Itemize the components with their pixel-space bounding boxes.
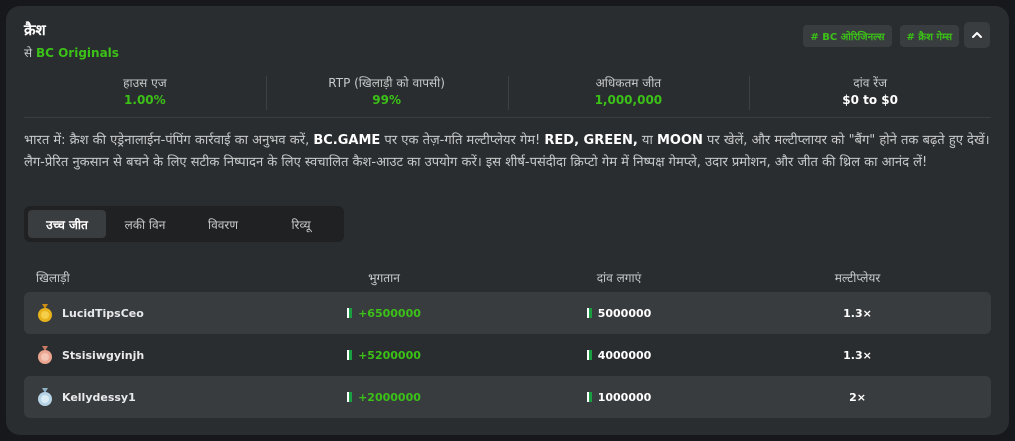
bet-value: 4000000 — [597, 348, 652, 362]
stat-house-edge: हाउस एज 1.00% — [24, 70, 266, 117]
chevron-up-icon — [972, 32, 982, 38]
payout-cell: +5200000 — [254, 349, 514, 362]
tab-high-wins[interactable]: उच्च जीत — [28, 210, 106, 238]
page-title: क्रैश — [24, 21, 46, 39]
multiplier-value: 2× — [849, 390, 866, 404]
tag-bc-originals[interactable]: # BC ओरिजिनल्स — [803, 25, 892, 47]
tag-crash-games[interactable]: # क्रैश गेम्स — [899, 25, 959, 47]
gold-medal-icon — [38, 304, 52, 322]
stat-rtp: RTP (खिलाड़ी को वापसी) 99% — [265, 70, 508, 117]
silver-medal-icon — [38, 388, 52, 406]
payout-cell: +6500000 — [254, 307, 514, 320]
description-bold: RED, GREEN, — [544, 133, 638, 148]
player-name[interactable]: Kellydessy1 — [62, 391, 136, 404]
player-name[interactable]: Stsisiwgyinjh — [62, 349, 144, 362]
description-bold: BC.GAME — [313, 133, 381, 148]
player-cell: LucidTipsCeo — [24, 303, 254, 323]
bet-cell: 5000000 — [514, 307, 724, 320]
payout-cell: +2000000 — [254, 391, 514, 404]
bet-cell: 4000000 — [514, 349, 724, 362]
currency-flag-icon — [347, 350, 353, 360]
table-row[interactable]: Kellydessy1 +2000000 1000000 2× — [24, 376, 991, 418]
currency-flag-icon — [586, 308, 592, 318]
game-description: भारत में: क्रैश की एड्रेनालाईन-पंपिंग का… — [24, 130, 994, 174]
player-cell: Stsisiwgyinjh — [24, 345, 254, 365]
stat-value: 99% — [372, 93, 401, 107]
collapse-button[interactable] — [964, 22, 990, 48]
header-multiplier: मल्टीप्लेयर — [834, 270, 881, 285]
player-name[interactable]: LucidTipsCeo — [62, 307, 144, 320]
bronze-medal-icon — [38, 346, 52, 364]
stat-label: अधिकतम जीत — [595, 76, 662, 90]
provider-line: से BC Originals — [24, 44, 119, 61]
payout-value: +2000000 — [358, 390, 421, 404]
description-text: पर एक तेज़-गति मल्टीप्लेयर गेम! — [380, 133, 545, 148]
description-text: भारत में: क्रैश की एड्रेनालाईन-पंपिंग का… — [24, 133, 314, 148]
currency-flag-icon — [586, 350, 592, 360]
stat-value: 1.00% — [124, 93, 166, 107]
stat-label: हाउस एज — [123, 76, 167, 90]
currency-flag-icon — [347, 308, 353, 318]
currency-flag-icon — [586, 392, 592, 402]
bet-cell: 1000000 — [514, 391, 724, 404]
multiplier-value: 1.3× — [843, 348, 872, 362]
bet-value: 5000000 — [597, 306, 652, 320]
tab-details[interactable]: विवरण — [184, 210, 262, 238]
table-row[interactable]: Stsisiwgyinjh +5200000 4000000 1.3× — [24, 334, 991, 376]
tag-list: # BC ओरिजिनल्स # क्रैश गेम्स — [803, 25, 959, 47]
header-bet: दांव लगाएं — [596, 270, 642, 285]
stats-bar: हाउस एज 1.00% RTP (खिलाड़ी को वापसी) 99%… — [24, 70, 991, 118]
description-text: या — [637, 133, 657, 148]
game-info-card: क्रैश से BC Originals # BC ओरिजिनल्स # क… — [6, 6, 1009, 435]
header-payout: भुगतान — [368, 270, 400, 285]
tab-bar: उच्च जीत लकी विन विवरण रिव्यू — [24, 206, 344, 242]
bet-value: 1000000 — [597, 390, 652, 404]
description-bold: MOON — [656, 133, 703, 148]
stat-label: दांव रेंज — [853, 76, 888, 90]
table-header: खिलाड़ी भुगतान दांव लगाएं मल्टीप्लेयर — [24, 262, 991, 292]
payout-value: +5200000 — [358, 348, 421, 362]
multiplier-value: 1.3× — [843, 306, 872, 320]
header-player: खिलाड़ी — [36, 270, 70, 285]
stat-label: RTP (खिलाड़ी को वापसी) — [328, 76, 445, 90]
stat-value: 1,000,000 — [594, 93, 663, 107]
currency-flag-icon — [347, 392, 353, 402]
stat-max-win: अधिकतम जीत 1,000,000 — [507, 70, 750, 117]
stat-value: $0 to $0 — [842, 93, 898, 107]
tab-reviews[interactable]: रिव्यू — [262, 210, 340, 238]
player-cell: Kellydessy1 — [24, 387, 254, 407]
tab-lucky-win[interactable]: लकी विन — [106, 210, 184, 238]
provider-link[interactable]: BC Originals — [36, 46, 119, 60]
provider-prefix: से — [24, 46, 33, 60]
table-row[interactable]: LucidTipsCeo +6500000 5000000 1.3× — [24, 292, 991, 334]
stat-bet-range: दांव रेंज $0 to $0 — [749, 70, 991, 117]
payout-value: +6500000 — [358, 306, 421, 320]
